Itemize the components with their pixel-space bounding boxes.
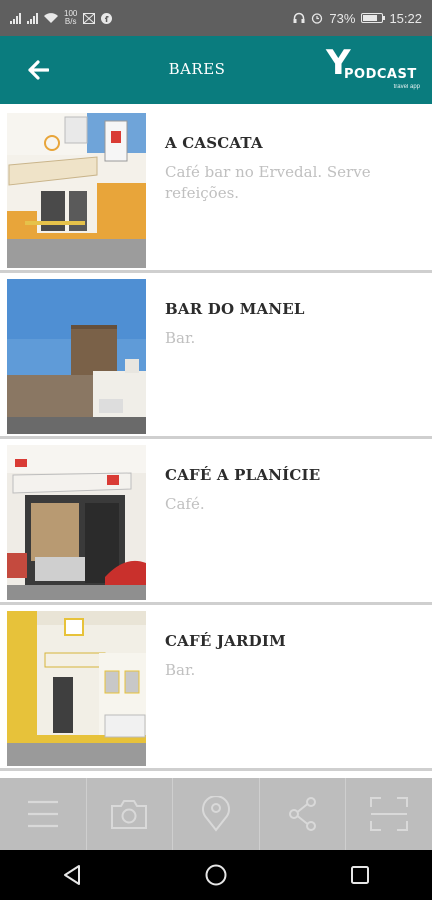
battery-percent: 73%	[329, 10, 356, 26]
logo-tagline: travel app	[393, 84, 420, 90]
bar-photo	[7, 113, 146, 268]
scan-icon	[370, 797, 409, 831]
facebook-icon	[101, 12, 113, 24]
scan-button[interactable]	[346, 778, 432, 850]
item-title: CAFÉ JARDIM	[165, 632, 286, 650]
headset-icon	[293, 12, 305, 23]
signal-icon	[10, 12, 21, 24]
bottom-toolbar	[0, 778, 432, 850]
app-bar: BARES Y PODCAST travel app	[0, 36, 432, 104]
location-pin-icon	[202, 796, 230, 832]
bar-list: A CASCATA Café bar no Ervedal. Serve ref…	[0, 104, 432, 778]
bar-photo	[7, 445, 146, 600]
item-description: Café bar no Ervedal. Serve refeições.	[165, 163, 371, 202]
camera-button[interactable]	[87, 778, 174, 850]
list-item[interactable]: CAFÉ A PLANÍCIE Café.	[0, 439, 432, 605]
list-item[interactable]: A CASCATA Café bar no Ervedal. Serve ref…	[0, 107, 432, 273]
menu-icon	[27, 800, 58, 828]
menu-button[interactable]	[0, 778, 87, 850]
nav-back-button[interactable]	[42, 855, 102, 895]
item-description: Café.	[165, 495, 205, 513]
media-icon	[83, 12, 96, 24]
app-logo: Y PODCAST travel app	[326, 46, 422, 96]
list-item[interactable]: BAR DO MANEL Bar.	[0, 273, 432, 439]
bar-photo	[7, 279, 146, 434]
bar-photo	[7, 611, 146, 766]
clock: 15:22	[389, 10, 422, 26]
location-button[interactable]	[173, 778, 260, 850]
item-title: BAR DO MANEL	[165, 300, 305, 318]
network-speed: 100 B/s	[64, 9, 78, 26]
alarm-icon	[312, 13, 323, 24]
status-right: 73% 15:22	[293, 11, 422, 26]
item-title: A CASCATA	[165, 134, 263, 152]
battery-icon	[361, 13, 386, 23]
status-left: 100 B/s	[10, 9, 113, 26]
system-nav-bar	[0, 850, 432, 900]
share-button[interactable]	[260, 778, 347, 850]
circle-home-icon	[205, 864, 227, 886]
item-description: Bar.	[165, 329, 196, 347]
battery-fill	[363, 15, 377, 21]
wifi-icon	[44, 12, 58, 23]
item-title: CAFÉ A PLANÍCIE	[165, 466, 321, 484]
status-bar: 100 B/s 73% 15:22	[0, 0, 432, 36]
list-item[interactable]: CAFÉ JARDIM Bar.	[0, 605, 432, 771]
camera-icon	[111, 800, 148, 829]
triangle-back-icon	[64, 865, 80, 885]
item-description: Bar.	[165, 661, 196, 679]
nav-home-button[interactable]	[186, 855, 246, 895]
share-icon	[288, 797, 316, 831]
logo-wordmark: PODCAST	[344, 67, 417, 82]
signal-icon	[27, 12, 38, 24]
nav-recents-button[interactable]	[330, 855, 390, 895]
square-recents-icon	[351, 866, 369, 884]
